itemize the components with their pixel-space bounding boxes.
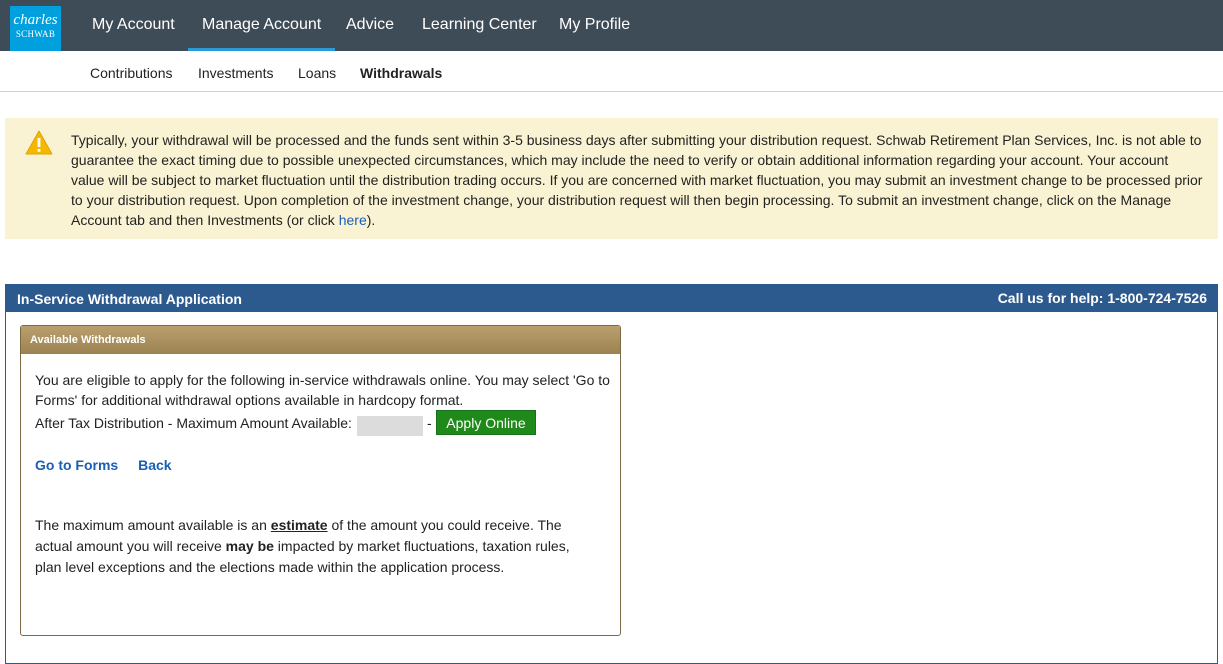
- nav-advice[interactable]: Advice: [332, 0, 408, 51]
- nav-manage-account[interactable]: Manage Account: [188, 0, 336, 51]
- disclaimer-may-be: may be: [225, 538, 274, 554]
- schwab-logo[interactable]: charles SCHWAB: [10, 6, 61, 51]
- eligibility-text: You are eligible to apply for the follow…: [35, 372, 610, 408]
- notice-suffix: ).: [366, 212, 376, 228]
- nav-my-account[interactable]: My Account: [78, 0, 189, 51]
- subnav-loans[interactable]: Loans: [298, 65, 336, 81]
- top-navigation: charles SCHWAB My Account Manage Account…: [0, 0, 1223, 51]
- card-header: Available Withdrawals: [21, 326, 620, 354]
- sub-navigation: Contributions Investments Loans Withdraw…: [0, 51, 1223, 92]
- estimate-disclaimer: The maximum amount available is an estim…: [35, 515, 595, 578]
- panel-header: In-Service Withdrawal Application Call u…: [6, 285, 1217, 312]
- go-to-forms-link[interactable]: Go to Forms: [35, 457, 118, 473]
- card-links: Go to Forms Back: [35, 457, 188, 473]
- nav-my-profile[interactable]: My Profile: [545, 0, 644, 51]
- disclaimer-estimate: estimate: [270, 517, 328, 533]
- card-title: Available Withdrawals: [30, 334, 146, 346]
- logo-line2: SCHWAB: [15, 29, 56, 39]
- after-tax-distribution-row: After Tax Distribution - Maximum Amount …: [35, 410, 610, 436]
- back-link[interactable]: Back: [138, 457, 171, 473]
- processing-notice: Typically, your withdrawal will be proce…: [5, 118, 1218, 239]
- redacted-amount: [357, 416, 423, 436]
- nav-learning-center[interactable]: Learning Center: [408, 0, 551, 51]
- help-phone: Call us for help: 1-800-724-7526: [997, 290, 1207, 306]
- logo-line1: charles: [13, 12, 58, 28]
- amount-dash: -: [427, 415, 432, 431]
- amount-label: After Tax Distribution - Maximum Amount …: [35, 415, 352, 431]
- subnav-withdrawals[interactable]: Withdrawals: [360, 65, 442, 81]
- apply-online-button[interactable]: Apply Online: [436, 410, 536, 435]
- panel-title: In-Service Withdrawal Application: [17, 291, 242, 307]
- disclaimer-part1: The maximum amount available is an: [35, 517, 271, 533]
- subnav-investments[interactable]: Investments: [198, 65, 273, 81]
- notice-body: Typically, your withdrawal will be proce…: [71, 132, 1203, 228]
- investments-here-link[interactable]: here: [339, 212, 367, 228]
- warning-icon: [25, 130, 53, 155]
- withdrawal-application-panel: In-Service Withdrawal Application Call u…: [5, 284, 1218, 664]
- notice-text: Typically, your withdrawal will be proce…: [71, 130, 1203, 230]
- subnav-contributions[interactable]: Contributions: [90, 65, 173, 81]
- available-withdrawals-card: Available Withdrawals You are eligible t…: [20, 325, 621, 636]
